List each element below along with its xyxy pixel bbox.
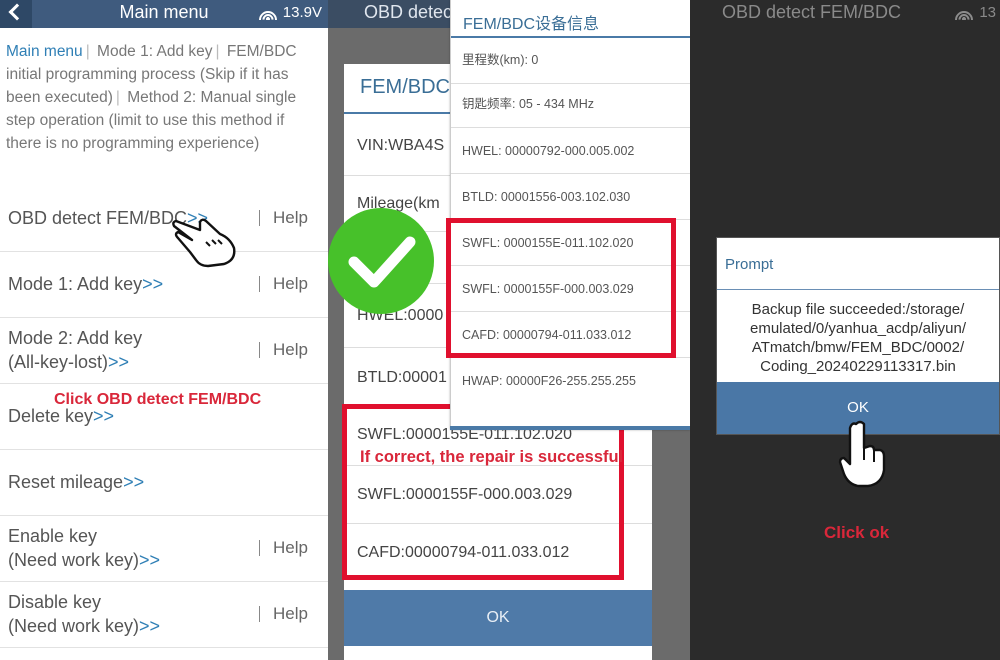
menu-item-label: Mode 1: Add key: [8, 274, 143, 294]
check-icon: [348, 236, 416, 288]
popup-row-mileage: 里程数(km): 0: [451, 40, 690, 84]
popup-row-hwel: HWEL: 00000792-000.005.002: [451, 128, 690, 174]
help-link[interactable]: Help: [273, 604, 308, 624]
annotation-repair-success: If correct, the repair is successful: [360, 448, 624, 466]
chevron-double-right-icon: >>: [142, 274, 164, 294]
fem-bdc-result-screen: OBD detec FEM/BDC VIN:WBA4S Mileage(km e…: [328, 0, 690, 660]
prompt-dialog: Prompt Backup file succeeded:/storage/ e…: [716, 237, 1000, 435]
voltage-readout: 13: [979, 4, 996, 21]
breadcrumb-main-menu[interactable]: Main menu: [6, 43, 83, 60]
menu-item-label: Reset mileage: [8, 472, 124, 492]
menu-item-sublabel: (Need work key): [8, 550, 140, 570]
main-menu-screen: Main menu 13.9V Main menu | Mode 1: Add k…: [0, 0, 328, 660]
menu-item-label: Delete key: [8, 406, 94, 426]
wifi-icon: [955, 6, 974, 20]
annotation-click-ok: Click ok: [824, 523, 890, 542]
menu-item-mode1-add-key[interactable]: Mode 1: Add key>> Help: [0, 252, 328, 318]
help-link[interactable]: Help: [273, 538, 308, 558]
popup-bottom-bar: [450, 426, 690, 430]
menu-item-label: OBD detect FEM/BDC: [8, 208, 188, 228]
chevron-double-right-icon: >>: [93, 406, 115, 426]
help-link[interactable]: Help: [273, 208, 308, 228]
menu-item-label: Disable key: [8, 592, 102, 612]
chevron-double-right-icon: >>: [108, 352, 130, 372]
menu-item-enable-key[interactable]: Enable key (Need work key)>> Help: [0, 516, 328, 582]
status-area: 13: [955, 4, 996, 21]
popup-row-key-frequency: 钥匙频率: 05 - 434 MHz: [451, 84, 690, 128]
breadcrumb: Main menu | Mode 1: Add key | FEM/BDC init…: [0, 28, 328, 186]
menu-item-disable-key[interactable]: Disable key (Need work key)>> Help: [0, 582, 328, 648]
status-bar-title: OBD detect FEM/BDC: [722, 2, 902, 22]
prompt-title: Prompt: [717, 238, 999, 290]
message-line: ATmatch/bmw/FEM_BDC/0002/: [751, 339, 965, 356]
chevron-double-right-icon: >>: [139, 616, 161, 636]
help-link[interactable]: Help: [273, 340, 308, 360]
menu-item-mode2-add-key[interactable]: Mode 2: Add key (All-key-lost)>> Help: [0, 318, 328, 384]
prompt-message: Backup file succeeded:/storage/ emulated…: [717, 290, 999, 383]
message-line: emulated/0/yanhua_acdp/aliyun/: [750, 320, 966, 337]
message-line: Backup file succeeded:/storage/: [751, 301, 965, 318]
menu-item-sublabel: (Need work key): [8, 616, 140, 636]
menu-item-label: Mode 2: Add key: [8, 328, 143, 348]
wifi-icon: [258, 6, 277, 20]
popup-highlight-box: [446, 218, 676, 358]
breadcrumb-mode1[interactable]: Mode 1: Add key: [97, 43, 212, 60]
popup-title: FEM/BDC设备信息: [451, 0, 690, 38]
menu-item-label: Enable key: [8, 526, 98, 546]
device-info-popup: FEM/BDC设备信息 里程数(km): 0 钥匙频率: 05 - 434 MH…: [450, 0, 690, 430]
pointing-hand-icon: [838, 420, 886, 488]
menu-list: OBD detect FEM/BDC>> Help Mode 1: Add ke…: [0, 186, 328, 660]
status-area: 13.9V: [258, 4, 322, 21]
success-check: [328, 208, 434, 314]
pointing-hand-icon: [172, 218, 236, 268]
menu-item-sublabel: (All-key-lost): [8, 352, 109, 372]
menu-item-reset-mileage[interactable]: Reset mileage>>: [0, 450, 328, 516]
highlight-box: [342, 404, 624, 580]
ok-button[interactable]: OK: [344, 590, 652, 646]
voltage-readout: 13.9V: [282, 4, 322, 21]
header-bar: Main menu 13.9V: [0, 0, 328, 28]
popup-row-btld: BTLD: 00001556-003.102.030: [451, 174, 690, 220]
message-line: Coding_20240229113317.bin: [760, 358, 956, 375]
chevron-double-right-icon: >>: [139, 550, 161, 570]
chevron-double-right-icon: >>: [123, 472, 145, 492]
popup-row-hwap: HWAP: 00000F26-255.255.255: [462, 374, 636, 388]
annotation-click-obd: Click OBD detect FEM/BDC: [54, 391, 262, 408]
menu-item-obd-detect[interactable]: OBD detect FEM/BDC>> Help: [0, 186, 328, 252]
help-link[interactable]: Help: [273, 274, 308, 294]
backup-prompt-screen: OBD detect FEM/BDC 13 Prompt Backup file…: [690, 0, 1000, 660]
status-bar: OBD detect FEM/BDC 13: [690, 0, 1000, 28]
